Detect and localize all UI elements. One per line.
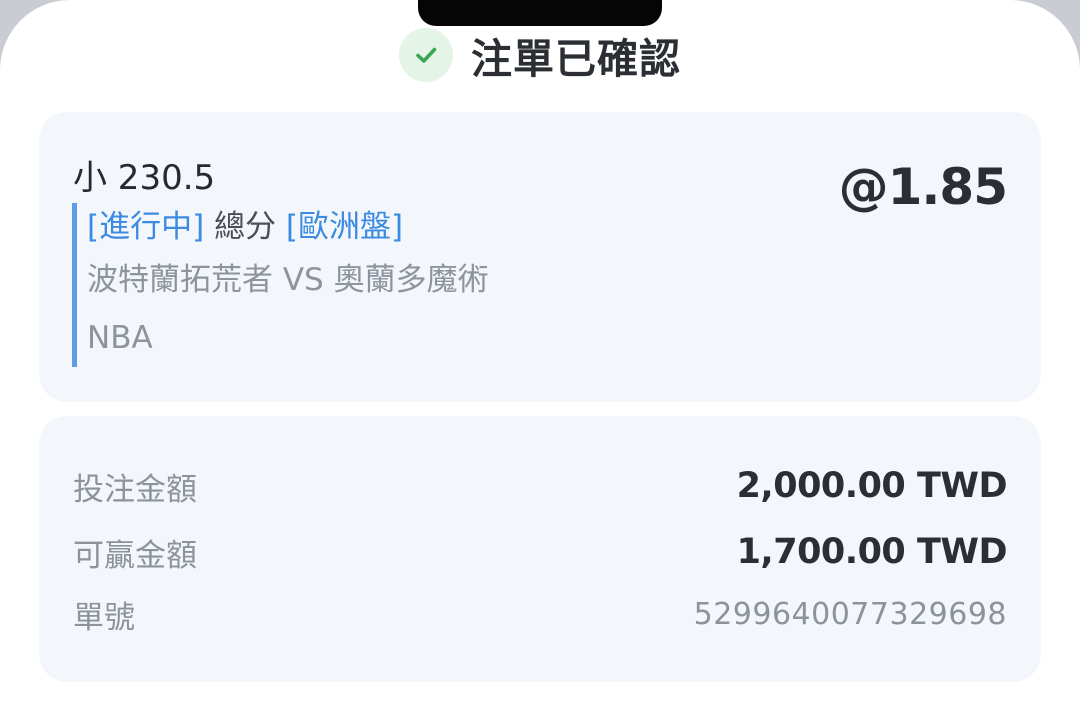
bet-odds: @1.85 — [838, 158, 1008, 216]
payout-label: 可贏金額 — [73, 537, 197, 574]
market-line: [進行中] 總分 [歐洲盤] — [87, 203, 489, 251]
stake-label: 投注金額 — [73, 471, 197, 508]
match-name: 波特蘭拓荒者 VS 奧蘭多魔術 — [87, 262, 489, 298]
ticket-number[interactable]: 5299640077329698 — [694, 597, 1007, 632]
stake-row: 投注金額 2,000.00 TWD — [73, 461, 1008, 511]
ticket-label: 單號 — [73, 599, 135, 636]
stake-value: 2,000.00 TWD — [736, 466, 1008, 506]
odds-format-tag: [歐洲盤] — [285, 209, 404, 245]
ticket-row: 單號 5299640077329698 — [73, 589, 1007, 639]
bet-selection: 小 230.5 — [73, 158, 216, 198]
payout-row: 可贏金額 1,700.00 TWD — [73, 527, 1008, 577]
confirmation-header: 注單已確認 — [0, 22, 1080, 88]
page-title: 注單已確認 — [471, 35, 681, 83]
league-name: NBA — [87, 320, 153, 356]
payout-value: 1,700.00 TWD — [736, 532, 1008, 572]
bet-details-card: 小 230.5 @1.85 [進行中] 總分 [歐洲盤] 波特蘭拓荒者 VS 奧… — [39, 112, 1041, 402]
status-tag: [進行中] — [87, 209, 205, 245]
bet-summary-card: 投注金額 2,000.00 TWD 可贏金額 1,700.00 TWD 單號 5… — [39, 416, 1041, 682]
bet-confirmation-sheet: 注單已確認 小 230.5 @1.85 [進行中] 總分 [歐洲盤] 波特蘭拓荒… — [0, 0, 1080, 702]
bet-info-block: [進行中] 總分 [歐洲盤] 波特蘭拓荒者 VS 奧蘭多魔術 NBA — [72, 203, 489, 367]
market-name: 總分 — [214, 209, 277, 245]
check-circle-icon — [399, 28, 453, 82]
